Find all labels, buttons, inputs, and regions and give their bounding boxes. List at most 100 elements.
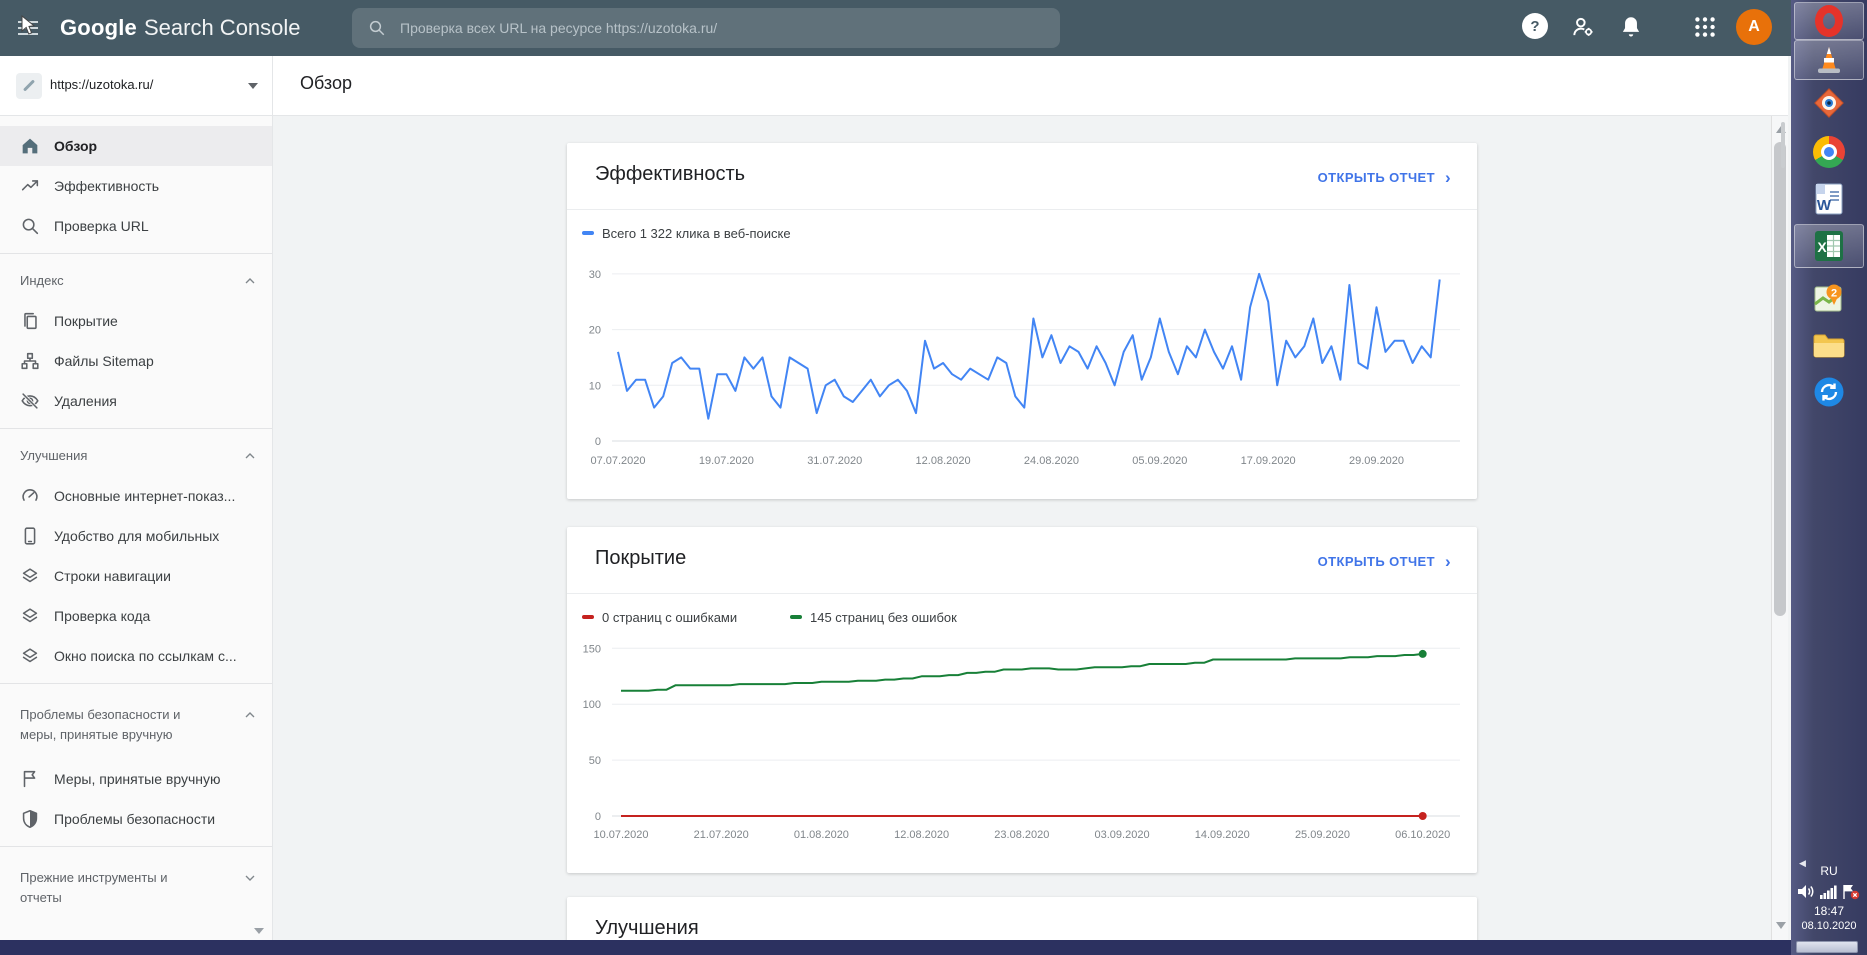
vlc-icon[interactable] (1791, 40, 1867, 80)
sidebar-scroll-down-icon[interactable] (254, 928, 264, 934)
svg-text:0: 0 (595, 436, 601, 448)
svg-text:19.07.2020: 19.07.2020 (699, 455, 754, 467)
sidebar-item[interactable]: Проверка URL (0, 206, 272, 246)
sync-icon[interactable] (1791, 374, 1867, 410)
clock-date: 08.10.2020 (1801, 920, 1857, 932)
sidebar-item[interactable]: Удобство для мобильных (0, 516, 272, 556)
sidebar-item-label: Строки навигации (54, 568, 171, 584)
sidebar-item-label: Обзор (54, 138, 98, 154)
performance-card-title: Эффективность (595, 163, 746, 185)
search-input[interactable] (398, 19, 1018, 37)
sidebar-scrollbar[interactable] (1781, 122, 1785, 168)
sidebar-item[interactable]: Основные интернет-показ... (0, 476, 272, 516)
user-settings-icon[interactable] (1570, 14, 1596, 40)
sidebar-item-label: Удаления (54, 393, 117, 409)
property-url: https://uzotoka.ru/ (50, 77, 154, 92)
sidebar-item[interactable]: Строки навигации (0, 556, 272, 596)
svg-text:31.07.2020: 31.07.2020 (807, 455, 862, 467)
svg-text:25.09.2020: 25.09.2020 (1295, 829, 1350, 841)
app-logo: Google Search Console (60, 0, 301, 56)
menu-icon[interactable] (14, 13, 44, 43)
sidebar-item-label: Основные интернет-показ... (54, 488, 236, 504)
system-tray (1791, 884, 1867, 900)
performance-open-report-link[interactable]: ОТКРЫТЬ ОТЧЕТ › (1318, 168, 1451, 188)
sidebar-section-header[interactable]: Проблемы безопасности и меры, принятые в… (0, 691, 272, 759)
folder-icon[interactable] (1791, 326, 1867, 364)
sidebar-section-header[interactable]: Улучшения (0, 436, 272, 476)
show-hidden-icons-arrow[interactable]: ◀ (1799, 858, 1806, 869)
svg-text:150: 150 (583, 643, 601, 655)
sidebar-item[interactable]: Проблемы безопасности (0, 799, 272, 839)
svg-text:0: 0 (595, 811, 601, 823)
sidebar-item[interactable]: Меры, принятые вручную (0, 759, 272, 799)
coverage-card-title: Покрытие (595, 547, 687, 569)
sidebar-divider (0, 428, 272, 429)
security-issues-icon (19, 808, 41, 830)
performance-legend-label: Всего 1 322 клика в веб-поиске (602, 225, 791, 241)
code-check-icon (19, 605, 41, 627)
svg-text:X: X (1817, 239, 1827, 255)
coverage-valid-label: 145 страниц без ошибок (810, 609, 957, 625)
google-apps-grid-icon[interactable] (1692, 14, 1718, 40)
sidebar-item-label: Проверка URL (54, 218, 149, 234)
word-icon[interactable]: W (1791, 180, 1867, 218)
chrome-icon[interactable] (1791, 134, 1867, 170)
sidebar-section-label: Прежние инструменты и отчеты (20, 870, 168, 905)
sidebar-section-header[interactable]: Индекс (0, 261, 272, 301)
faststone-icon[interactable] (1791, 86, 1867, 120)
sidebar-item-label: Удобство для мобильных (54, 528, 220, 544)
enhancements-card-title: Улучшения (595, 917, 699, 939)
sidebar-section-header[interactable]: Прежние инструменты и отчеты (0, 854, 272, 922)
logo-google: Google (60, 15, 137, 40)
svg-text:2: 2 (1831, 288, 1837, 300)
sidebar-item-label: Окно поиска по ссылкам с... (54, 648, 237, 664)
svg-text:03.09.2020: 03.09.2020 (1095, 829, 1150, 841)
sidebar-item[interactable]: Обзор (0, 126, 272, 166)
clock-time: 18:47 (1813, 904, 1845, 918)
property-icon (16, 73, 42, 99)
maps-icon[interactable]: 2 (1791, 280, 1867, 316)
svg-text:01.08.2020: 01.08.2020 (794, 829, 849, 841)
account-avatar[interactable]: A (1736, 9, 1772, 45)
removals-icon (19, 390, 41, 412)
sidebar-item[interactable]: Окно поиска по ссылкам с... (0, 636, 272, 676)
sidebar-item-label: Меры, принятые вручную (54, 771, 221, 787)
show-desktop-button[interactable] (1796, 941, 1858, 953)
legend-dash-red (582, 615, 594, 619)
sidebar-item[interactable]: Удаления (0, 381, 272, 421)
help-icon[interactable]: ? (1522, 13, 1548, 39)
svg-text:50: 50 (589, 755, 601, 767)
scrollbar-thumb[interactable] (1774, 142, 1786, 616)
performance-legend: Всего 1 322 клика в веб-поиске (582, 224, 791, 242)
main-content: 30 20 10 0 07.07.2020 19.07.2020 31.07.2020 12.… (274, 116, 1771, 940)
coverage-open-report-link[interactable]: ОТКРЫТЬ ОТЧЕТ › (1318, 552, 1451, 572)
sidebar-item[interactable]: Проверка кода (0, 596, 272, 636)
excel-icon[interactable]: X (1791, 224, 1867, 268)
scroll-down-icon[interactable] (1776, 922, 1786, 929)
svg-text:24.08.2020: 24.08.2020 (1024, 455, 1079, 467)
opera-icon[interactable] (1791, 2, 1867, 40)
action-center-flag-icon[interactable] (1842, 884, 1860, 900)
sidebar-divider (0, 683, 272, 684)
mouse-cursor-icon (21, 15, 36, 35)
search-icon (369, 20, 385, 36)
chevron-right-icon: › (1444, 552, 1451, 571)
coverage-legend-valid: 145 страниц без ошибок (790, 608, 957, 626)
sidebar-item-label: Проблемы безопасности (54, 811, 216, 827)
chevron-right-icon: › (1444, 168, 1451, 187)
volume-icon[interactable] (1798, 884, 1815, 899)
chevron-up-icon (242, 273, 258, 289)
sidebar-item[interactable]: Файлы Sitemap (0, 341, 272, 381)
sidebar-item[interactable]: Эффективность (0, 166, 272, 206)
page-scrollbar[interactable] (1771, 116, 1788, 940)
taskbar-clock[interactable]: 18:47 08.10.2020 (1791, 904, 1867, 932)
property-selector[interactable]: https://uzotoka.ru/ (0, 56, 273, 116)
notifications-bell-icon[interactable] (1618, 14, 1644, 40)
svg-text:17.09.2020: 17.09.2020 (1241, 455, 1296, 467)
sidebar-item[interactable]: Покрытие (0, 301, 272, 341)
svg-text:21.07.2020: 21.07.2020 (694, 829, 749, 841)
app-header: Google Search Console ? A (0, 0, 1791, 56)
sidebar-divider (0, 846, 272, 847)
url-inspect-searchbar[interactable] (352, 8, 1060, 48)
network-signal-icon[interactable] (1820, 884, 1837, 899)
